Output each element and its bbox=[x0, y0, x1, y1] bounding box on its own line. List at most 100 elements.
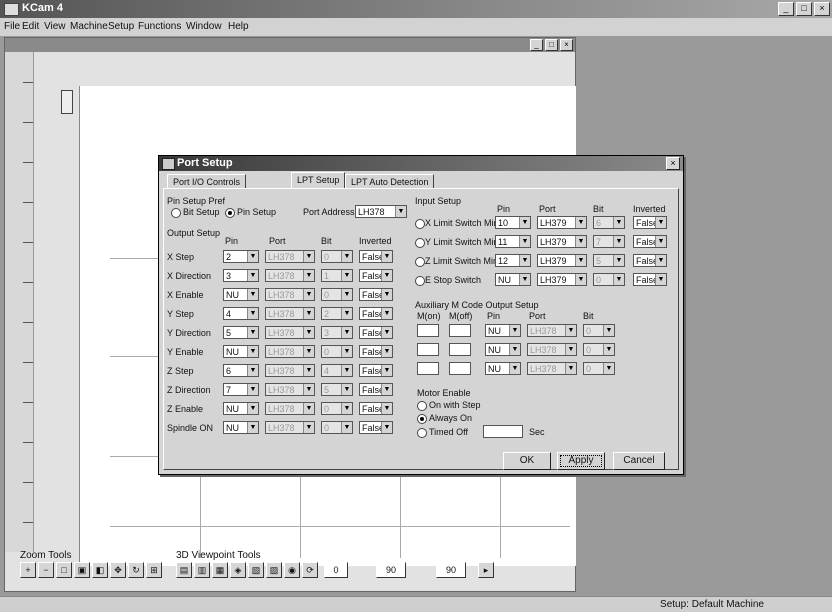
output-port-combo[interactable]: LH378 ▼ bbox=[265, 364, 315, 377]
output-pin-combo[interactable]: NU ▼ bbox=[223, 288, 259, 301]
output-bit-combo[interactable]: 3 ▼ bbox=[321, 326, 353, 339]
aux-port-combo[interactable]: LH378 ▼ bbox=[527, 343, 577, 356]
input-port-combo[interactable]: LH379 ▼ bbox=[537, 235, 587, 248]
aux-bit-combo[interactable]: 0 ▼ bbox=[583, 324, 615, 337]
output-bit-combo[interactable]: 5 ▼ bbox=[321, 383, 353, 396]
aux-m-on-field[interactable] bbox=[417, 343, 439, 356]
input-bit-combo[interactable]: 6 ▼ bbox=[593, 216, 625, 229]
view-back-icon[interactable]: ▧ bbox=[248, 562, 264, 578]
input-row-checkbox[interactable] bbox=[415, 257, 425, 267]
output-inverted-combo[interactable]: False ▼ bbox=[359, 250, 393, 263]
input-pin-combo[interactable]: 11 ▼ bbox=[495, 235, 531, 248]
close-button[interactable]: × bbox=[814, 2, 830, 16]
aux-m-on-field[interactable] bbox=[417, 362, 439, 375]
output-inverted-combo[interactable]: False ▼ bbox=[359, 402, 393, 415]
view-bottom-icon[interactable]: ▨ bbox=[266, 562, 282, 578]
output-bit-combo[interactable]: 0 ▼ bbox=[321, 250, 353, 263]
motor-always-on-radio[interactable] bbox=[417, 414, 427, 424]
output-port-combo[interactable]: LH378 ▼ bbox=[265, 383, 315, 396]
timed-off-seconds-field[interactable] bbox=[483, 425, 523, 438]
input-pin-combo[interactable]: NU ▼ bbox=[495, 273, 531, 286]
input-row-checkbox[interactable] bbox=[415, 219, 425, 229]
output-inverted-combo[interactable]: False ▼ bbox=[359, 345, 393, 358]
input-inverted-combo[interactable]: False ▼ bbox=[633, 273, 667, 286]
output-inverted-combo[interactable]: False ▼ bbox=[359, 326, 393, 339]
output-inverted-combo[interactable]: False ▼ bbox=[359, 288, 393, 301]
zoom-prev-icon[interactable]: ◧ bbox=[92, 562, 108, 578]
menu-setup[interactable]: Setup bbox=[108, 21, 134, 32]
output-inverted-combo[interactable]: False ▼ bbox=[359, 307, 393, 320]
apply-button[interactable]: Apply bbox=[557, 452, 605, 470]
aux-m-off-field[interactable] bbox=[449, 343, 471, 356]
input-bit-combo[interactable]: 0 ▼ bbox=[593, 273, 625, 286]
output-inverted-combo[interactable]: False ▼ bbox=[359, 421, 393, 434]
input-inverted-combo[interactable]: False ▼ bbox=[633, 254, 667, 267]
redraw-icon[interactable]: ↻ bbox=[128, 562, 144, 578]
output-pin-combo[interactable]: 6 ▼ bbox=[223, 364, 259, 377]
maximize-button[interactable]: □ bbox=[796, 2, 812, 16]
zoom-in-icon[interactable]: + bbox=[20, 562, 36, 578]
output-port-combo[interactable]: LH378 ▼ bbox=[265, 421, 315, 434]
tab-lpt-auto-detection[interactable]: LPT Auto Detection bbox=[345, 174, 435, 189]
tab-lpt-setup[interactable]: LPT Setup bbox=[291, 172, 346, 189]
view-iso-icon[interactable]: ◈ bbox=[230, 562, 246, 578]
port-address-combo[interactable]: LH378 ▼ bbox=[355, 205, 407, 218]
child-minimize-button[interactable]: _ bbox=[530, 39, 543, 51]
apply-view-icon[interactable]: ▸ bbox=[478, 562, 494, 578]
ok-button[interactable]: OK bbox=[503, 452, 551, 470]
output-bit-combo[interactable]: 2 ▼ bbox=[321, 307, 353, 320]
output-pin-combo[interactable]: 5 ▼ bbox=[223, 326, 259, 339]
input-inverted-combo[interactable]: False ▼ bbox=[633, 235, 667, 248]
aux-bit-combo[interactable]: 0 ▼ bbox=[583, 343, 615, 356]
bit-setup-radio[interactable] bbox=[171, 208, 181, 218]
output-bit-combo[interactable]: 0 ▼ bbox=[321, 402, 353, 415]
motor-timed-off-radio[interactable] bbox=[417, 428, 427, 438]
dialog-close-icon[interactable]: × bbox=[666, 157, 680, 170]
view-front-icon[interactable]: ▥ bbox=[194, 562, 210, 578]
aux-m-off-field[interactable] bbox=[449, 362, 471, 375]
input-pin-combo[interactable]: 10 ▼ bbox=[495, 216, 531, 229]
input-bit-combo[interactable]: 7 ▼ bbox=[593, 235, 625, 248]
menu-view[interactable]: View bbox=[44, 21, 66, 32]
output-pin-combo[interactable]: 2 ▼ bbox=[223, 250, 259, 263]
output-pin-combo[interactable]: NU ▼ bbox=[223, 402, 259, 415]
input-row-checkbox[interactable] bbox=[415, 276, 425, 286]
input-pin-combo[interactable]: 12 ▼ bbox=[495, 254, 531, 267]
pin-setup-radio[interactable] bbox=[225, 208, 235, 218]
output-pin-combo[interactable]: NU ▼ bbox=[223, 421, 259, 434]
output-pin-combo[interactable]: 4 ▼ bbox=[223, 307, 259, 320]
aux-port-combo[interactable]: LH378 ▼ bbox=[527, 362, 577, 375]
menu-file[interactable]: File bbox=[4, 21, 20, 32]
input-bit-combo[interactable]: 5 ▼ bbox=[593, 254, 625, 267]
aux-pin-combo[interactable]: NU ▼ bbox=[485, 343, 521, 356]
menu-machine[interactable]: Machine bbox=[70, 21, 108, 32]
menu-functions[interactable]: Functions bbox=[138, 21, 181, 32]
minimize-button[interactable]: _ bbox=[778, 2, 794, 16]
menu-window[interactable]: Window bbox=[186, 21, 222, 32]
aux-pin-combo[interactable]: NU ▼ bbox=[485, 324, 521, 337]
output-port-combo[interactable]: LH378 ▼ bbox=[265, 402, 315, 415]
menu-edit[interactable]: Edit bbox=[22, 21, 39, 32]
input-port-combo[interactable]: LH379 ▼ bbox=[537, 216, 587, 229]
output-bit-combo[interactable]: 1 ▼ bbox=[321, 269, 353, 282]
child-maximize-button[interactable]: □ bbox=[545, 39, 558, 51]
output-port-combo[interactable]: LH378 ▼ bbox=[265, 269, 315, 282]
output-inverted-combo[interactable]: False ▼ bbox=[359, 383, 393, 396]
view-rotate-icon[interactable]: ⟳ bbox=[302, 562, 318, 578]
view-angle-y-field[interactable]: 90 bbox=[376, 562, 406, 578]
zoom-fit-icon[interactable]: ▣ bbox=[74, 562, 90, 578]
output-bit-combo[interactable]: 0 ▼ bbox=[321, 421, 353, 434]
output-inverted-combo[interactable]: False ▼ bbox=[359, 269, 393, 282]
input-port-combo[interactable]: LH379 ▼ bbox=[537, 254, 587, 267]
aux-port-combo[interactable]: LH378 ▼ bbox=[527, 324, 577, 337]
view-side-icon[interactable]: ▦ bbox=[212, 562, 228, 578]
zoom-all-icon[interactable]: ⊞ bbox=[146, 562, 162, 578]
output-bit-combo[interactable]: 0 ▼ bbox=[321, 345, 353, 358]
menu-help[interactable]: Help bbox=[228, 21, 249, 32]
zoom-window-icon[interactable]: □ bbox=[56, 562, 72, 578]
tab-port-io-controls[interactable]: Port I/O Controls bbox=[167, 174, 247, 189]
app-icon[interactable] bbox=[4, 3, 19, 16]
input-inverted-combo[interactable]: False ▼ bbox=[633, 216, 667, 229]
output-port-combo[interactable]: LH378 ▼ bbox=[265, 250, 315, 263]
zoom-out-icon[interactable]: − bbox=[38, 562, 54, 578]
